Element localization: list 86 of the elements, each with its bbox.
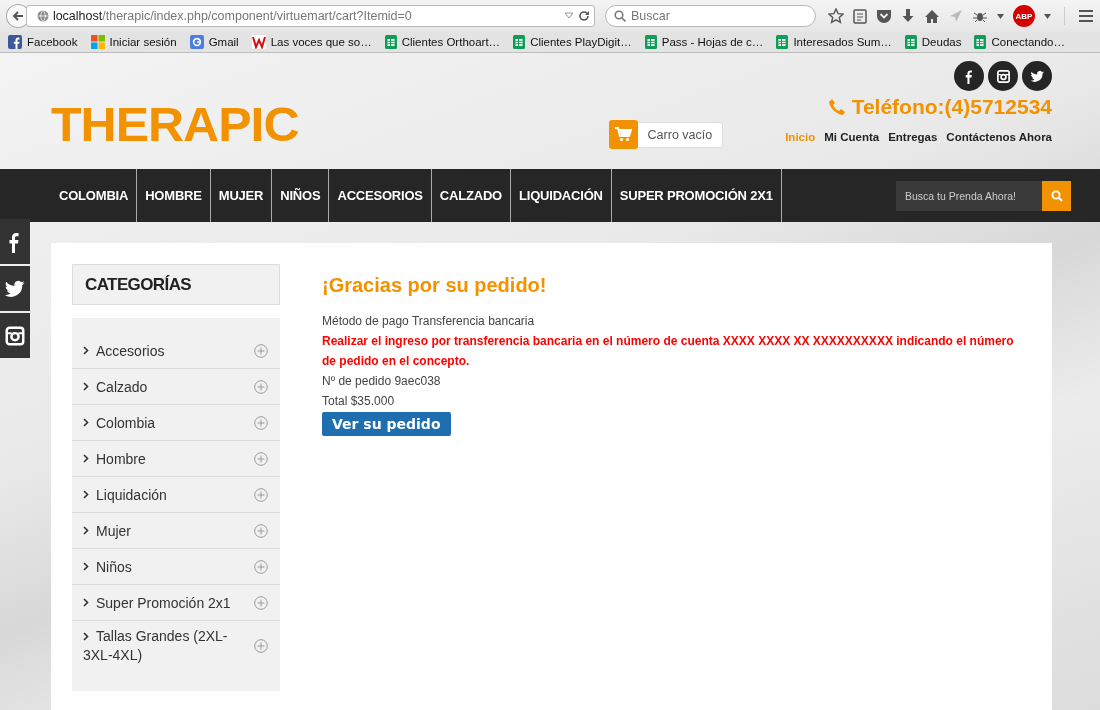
home-icon[interactable] bbox=[924, 8, 940, 24]
nav-item[interactable]: MUJER bbox=[210, 169, 273, 222]
bookmark[interactable]: Interesados Sum… bbox=[776, 35, 892, 49]
chevron-icon bbox=[83, 346, 89, 355]
phone-number: Teléfono:(4)5712534 bbox=[851, 95, 1052, 119]
nav-item[interactable]: HOMBRE bbox=[137, 169, 211, 222]
bookmark[interactable]: Clientes Orthoart… bbox=[384, 35, 501, 49]
spreadsheet-icon bbox=[513, 35, 526, 49]
phone-icon bbox=[827, 98, 846, 116]
bookmark[interactable]: Las voces que so… bbox=[251, 35, 372, 49]
twitter-icon bbox=[1029, 68, 1045, 84]
top-link[interactable]: Entregas bbox=[888, 131, 938, 143]
address-bar[interactable]: localhost/therapic/index.php/component/virtuemart/cart?Itemid=0 bbox=[25, 5, 595, 27]
payment-instructions: Realizar el ingreso por transferencia bancaria en el número de cuenta XXXX XXXX XX XXXXXXXXXX indicando el número de pedido en el concepto. bbox=[322, 333, 1015, 370]
top-link[interactable]: Contáctenos Ahora bbox=[946, 131, 1052, 143]
top-link[interactable]: Mi Cuenta bbox=[824, 131, 880, 143]
bookmark[interactable]: Iniciar sesión bbox=[90, 35, 177, 49]
sidebar-title: CATEGORÍAS bbox=[72, 264, 280, 305]
order-total: Total $35.000 bbox=[322, 393, 396, 410]
clipboard-icon[interactable] bbox=[853, 8, 867, 24]
category-item[interactable]: Niños bbox=[72, 549, 280, 585]
bookmark[interactable]: Conectando… bbox=[974, 35, 1065, 49]
nav-item[interactable]: LIQUIDACIÓN bbox=[511, 169, 612, 222]
category-item[interactable]: Liquidación bbox=[72, 477, 280, 513]
search-field[interactable]: Busca tu Prenda Ahora! bbox=[896, 180, 1042, 211]
nav-item[interactable]: CALZADO bbox=[431, 169, 511, 222]
spreadsheet-icon bbox=[776, 35, 789, 49]
category-item[interactable]: Hombre bbox=[72, 441, 280, 477]
category-item[interactable]: Tallas Grandes (2XL-3XL-4XL) bbox=[72, 621, 280, 671]
adblock-button[interactable]: ABP bbox=[1013, 5, 1035, 27]
nav-item[interactable]: SUPER PROMOCIÓN 2X1 bbox=[611, 169, 782, 222]
payment-method: Transferencia bancaria bbox=[411, 314, 535, 328]
instagram-icon bbox=[4, 324, 26, 347]
search-icon bbox=[1050, 189, 1063, 202]
dropdown-icon[interactable] bbox=[1044, 13, 1051, 19]
category-item[interactable]: Super Promoción 2x1 bbox=[72, 585, 280, 621]
instagram-icon bbox=[995, 68, 1011, 84]
chevron-icon bbox=[83, 632, 89, 641]
bookmark[interactable]: Gmail bbox=[189, 35, 239, 49]
url-text: localhost/therapic/index.php/component/virtuemart/cart?Itemid=0 bbox=[52, 9, 412, 23]
category-item[interactable]: Calzado bbox=[72, 369, 280, 405]
spreadsheet-icon bbox=[974, 35, 987, 49]
order-number: Nº de pedido 9aec038 bbox=[322, 373, 442, 390]
search-icon bbox=[614, 10, 626, 22]
dropdown-icon[interactable] bbox=[997, 13, 1004, 19]
chevron-icon bbox=[83, 382, 89, 391]
page-title: ¡Gracias por su pedido! bbox=[322, 274, 548, 297]
bookmark[interactable]: Pass - Hojas de c… bbox=[644, 35, 764, 49]
nav-item[interactable]: COLOMBIA bbox=[51, 169, 138, 222]
category-item[interactable]: Colombia bbox=[72, 405, 280, 441]
bookmark[interactable]: Clientes PlayDigit… bbox=[513, 35, 632, 49]
category-item[interactable]: Accesorios bbox=[72, 333, 280, 369]
menu-icon[interactable] bbox=[1078, 9, 1094, 23]
cart-icon bbox=[614, 127, 632, 142]
facebook-link[interactable] bbox=[0, 219, 30, 264]
search-field[interactable]: Buscar bbox=[605, 5, 816, 27]
bookmark[interactable]: Deudas bbox=[904, 35, 962, 49]
windows-icon bbox=[90, 35, 105, 49]
google-icon bbox=[189, 35, 204, 49]
chevron-icon bbox=[83, 562, 89, 571]
w-letter-icon bbox=[251, 35, 266, 49]
chevron-icon bbox=[83, 598, 89, 607]
bookmark[interactable]: Facebook bbox=[8, 35, 78, 49]
view-order-button[interactable]: Ver su pedido bbox=[322, 412, 451, 436]
chevron-icon bbox=[83, 454, 89, 463]
spreadsheet-icon bbox=[644, 35, 657, 49]
chevron-icon bbox=[83, 490, 89, 499]
star-icon[interactable] bbox=[828, 8, 844, 24]
search-button[interactable] bbox=[1042, 180, 1071, 211]
chevron-icon bbox=[83, 526, 89, 535]
instagram-link[interactable] bbox=[0, 313, 30, 358]
pocket-icon[interactable] bbox=[876, 8, 892, 24]
back-arrow-icon bbox=[11, 10, 24, 22]
reload-icon[interactable] bbox=[578, 10, 590, 22]
download-icon[interactable] bbox=[901, 8, 915, 24]
twitter-link[interactable] bbox=[0, 266, 30, 311]
spreadsheet-icon bbox=[384, 35, 397, 49]
payment-label: Método de pago bbox=[322, 314, 409, 328]
cart-label[interactable]: Carro vacío bbox=[637, 121, 724, 148]
nav-item[interactable]: NIÑOS bbox=[272, 169, 330, 222]
globe-icon bbox=[36, 10, 49, 22]
chevron-icon bbox=[83, 418, 89, 427]
facebook-icon bbox=[8, 35, 22, 49]
nav-item[interactable]: ACCESORIOS bbox=[329, 169, 432, 222]
category-item[interactable]: Mujer bbox=[72, 513, 280, 549]
spreadsheet-icon bbox=[904, 35, 917, 49]
